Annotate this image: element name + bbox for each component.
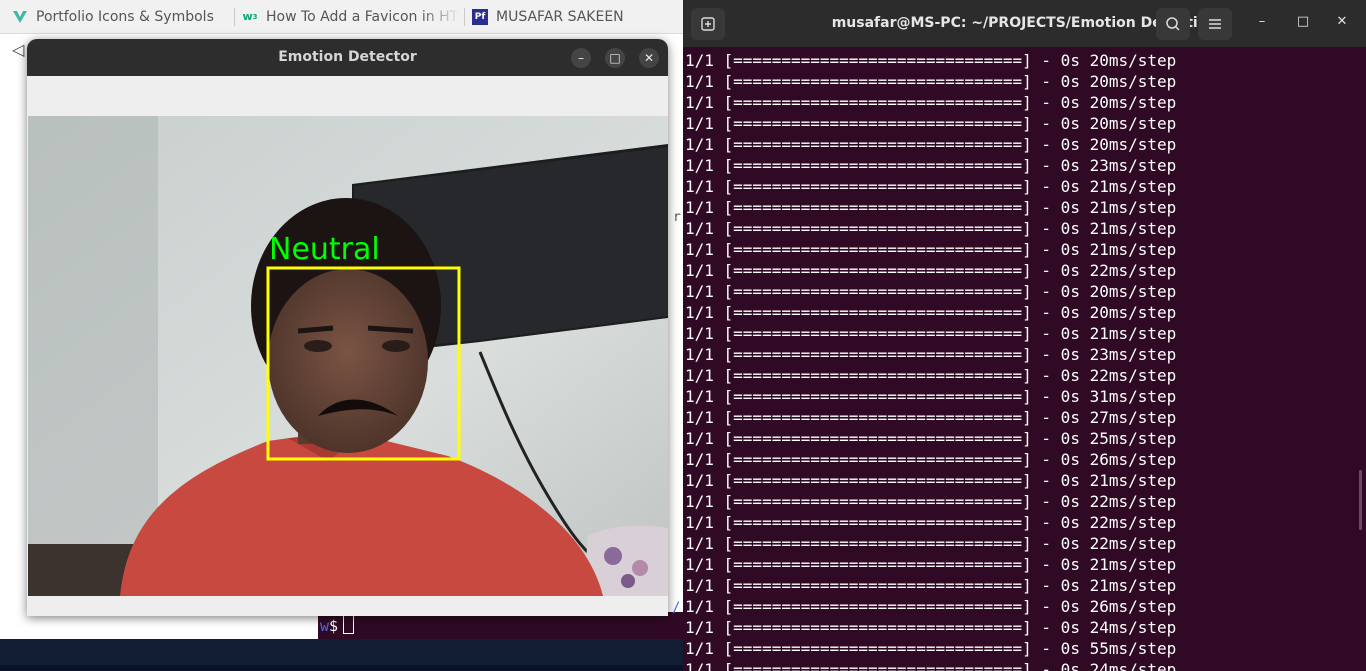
terminal-line: 1/1 [==============================] - 0… bbox=[685, 324, 1177, 343]
terminal-window: musafar@MS-PC: ~/PROJECTS/Emotion Detect… bbox=[683, 0, 1366, 671]
pf-favicon-icon: Pf bbox=[472, 8, 488, 25]
background-text-fragment: / bbox=[672, 600, 681, 616]
tab-musafar-sakeen[interactable]: Pf MUSAFAR SAKEEN bbox=[472, 0, 672, 33]
taskbar bbox=[0, 639, 683, 671]
webcam-feed: Neutral bbox=[28, 116, 668, 596]
terminal-line: 1/1 [==============================] - 0… bbox=[685, 282, 1177, 301]
tab-separator bbox=[234, 8, 235, 26]
terminal-line: 1/1 [==============================] - 0… bbox=[685, 198, 1177, 217]
terminal-line: 1/1 [==============================] - 0… bbox=[685, 513, 1177, 532]
terminal-line: 1/1 [==============================] - 0… bbox=[685, 93, 1177, 112]
terminal-line: 1/1 [==============================] - 0… bbox=[685, 429, 1177, 448]
terminal-line: 1/1 [==============================] - 0… bbox=[685, 303, 1177, 322]
terminal-line: 1/1 [==============================] - 0… bbox=[685, 345, 1177, 364]
terminal-line: 1/1 [==============================] - 0… bbox=[685, 135, 1177, 154]
terminal-line: 1/1 [==============================] - 0… bbox=[685, 597, 1177, 616]
close-button[interactable]: ✕ bbox=[639, 48, 659, 68]
terminal-line: 1/1 [==============================] - 0… bbox=[685, 261, 1177, 280]
hamburger-menu-icon[interactable] bbox=[1198, 8, 1232, 40]
tab-label: Portfolio Icons & Symbols bbox=[36, 8, 214, 25]
terminal-line: 1/1 [==============================] - 0… bbox=[685, 72, 1177, 91]
emotion-label: Neutral bbox=[269, 232, 380, 267]
terminal-line: 1/1 [==============================] - 0… bbox=[685, 387, 1177, 406]
terminal-minimize-button[interactable]: – bbox=[1252, 14, 1272, 29]
terminal-line: 1/1 [==============================] - 0… bbox=[685, 156, 1177, 175]
terminal-line: 1/1 [==============================] - 0… bbox=[685, 492, 1177, 511]
terminal-line: 1/1 [==============================] - 0… bbox=[685, 450, 1177, 469]
terminal-line: 1/1 [==============================] - 0… bbox=[685, 177, 1177, 196]
terminal-line: 1/1 [==============================] - 0… bbox=[685, 660, 1177, 671]
window-content: Neutral bbox=[27, 76, 668, 616]
portfolio-favicon-icon bbox=[12, 9, 28, 25]
prompt-fragment: w bbox=[320, 617, 330, 635]
terminal-close-button[interactable]: ✕ bbox=[1332, 14, 1352, 29]
window-titlebar[interactable]: Emotion Detector – □ ✕ bbox=[27, 39, 668, 76]
terminal-line: 1/1 [==============================] - 0… bbox=[685, 471, 1177, 490]
terminal-line: 1/1 [==============================] - 0… bbox=[685, 576, 1177, 595]
terminal-maximize-button[interactable]: □ bbox=[1293, 14, 1313, 29]
terminal-output[interactable]: 1/1 [==============================] - 0… bbox=[685, 50, 1366, 671]
terminal-line: 1/1 [==============================] - 0… bbox=[685, 51, 1177, 70]
maximize-button[interactable]: □ bbox=[605, 48, 625, 68]
terminal-cursor bbox=[343, 615, 355, 634]
terminal-line: 1/1 [==============================] - 0… bbox=[685, 555, 1177, 574]
prompt-symbol: $ bbox=[329, 617, 339, 635]
background-terminal: w$ bbox=[318, 612, 684, 639]
webcam-frame-image: Neutral bbox=[28, 116, 668, 596]
terminal-line: 1/1 [==============================] - 0… bbox=[685, 240, 1177, 259]
back-arrow-icon[interactable]: ◁ bbox=[12, 40, 24, 59]
background-text-fragment: r bbox=[673, 210, 681, 225]
browser-tab-bar: Portfolio Icons & Symbols w3 How To Add … bbox=[0, 0, 683, 34]
terminal-line: 1/1 [==============================] - 0… bbox=[685, 534, 1177, 553]
terminal-line: 1/1 [==============================] - 0… bbox=[685, 114, 1177, 133]
w3-favicon-icon: w3 bbox=[242, 10, 258, 23]
tab-portfolio-icons[interactable]: Portfolio Icons & Symbols bbox=[12, 0, 228, 33]
tab-fade bbox=[420, 6, 460, 28]
minimize-button[interactable]: – bbox=[571, 48, 591, 68]
terminal-line: 1/1 [==============================] - 0… bbox=[685, 219, 1177, 238]
search-icon[interactable] bbox=[1156, 8, 1190, 40]
emotion-detector-window: Emotion Detector – □ ✕ Neutral bbox=[27, 39, 668, 616]
terminal-line: 1/1 [==============================] - 0… bbox=[685, 408, 1177, 427]
terminal-scrollbar[interactable] bbox=[1359, 470, 1362, 530]
terminal-line: 1/1 [==============================] - 0… bbox=[685, 618, 1177, 637]
terminal-line: 1/1 [==============================] - 0… bbox=[685, 639, 1177, 658]
tab-separator bbox=[464, 8, 465, 26]
terminal-line: 1/1 [==============================] - 0… bbox=[685, 366, 1177, 385]
tab-label: MUSAFAR SAKEEN bbox=[496, 8, 624, 25]
terminal-headerbar[interactable]: musafar@MS-PC: ~/PROJECTS/Emotion Detect… bbox=[683, 0, 1366, 48]
